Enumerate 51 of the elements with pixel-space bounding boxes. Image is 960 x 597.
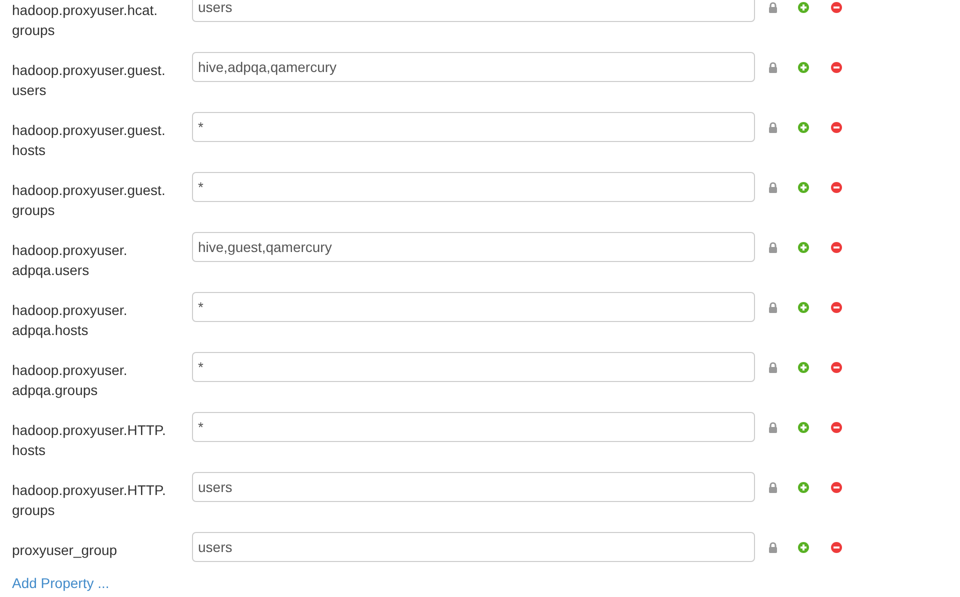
add-icon[interactable] bbox=[798, 362, 809, 372]
remove-icon[interactable] bbox=[831, 482, 842, 492]
property-name: hadoop.proxyuser.guest.users bbox=[12, 61, 166, 100]
add-icon[interactable] bbox=[798, 242, 809, 252]
property-value-field[interactable]: * bbox=[192, 112, 755, 142]
lock-icon bbox=[768, 482, 778, 492]
remove-icon[interactable] bbox=[831, 362, 842, 372]
lock-icon bbox=[768, 242, 778, 252]
property-value-field[interactable]: users bbox=[192, 472, 755, 502]
property-name: hadoop.proxyuser.HTTP.hosts bbox=[12, 421, 167, 460]
property-name: hadoop.proxyuser.adpqa.groups bbox=[12, 361, 128, 400]
lock-icon bbox=[768, 182, 778, 192]
remove-icon[interactable] bbox=[831, 242, 842, 252]
property-value-field[interactable]: * bbox=[192, 172, 755, 202]
lock-icon bbox=[768, 542, 778, 552]
property-value-field[interactable]: * bbox=[192, 292, 755, 322]
remove-icon[interactable] bbox=[831, 182, 842, 192]
lock-icon bbox=[768, 302, 778, 312]
remove-icon[interactable] bbox=[831, 122, 842, 132]
property-value-field[interactable]: users bbox=[192, 0, 755, 22]
add-icon[interactable] bbox=[798, 2, 809, 12]
property-value-field[interactable]: * bbox=[192, 412, 755, 442]
remove-icon[interactable] bbox=[831, 62, 842, 72]
add-property-link[interactable]: Add Property ... bbox=[12, 575, 110, 591]
property-name: hadoop.proxyuser.guest.groups bbox=[12, 181, 166, 220]
add-icon[interactable] bbox=[798, 122, 809, 132]
property-value-field[interactable]: hive,adpqa,qamercury bbox=[192, 52, 755, 82]
property-name: hadoop.proxyuser.hcat.groups bbox=[12, 1, 159, 40]
property-value-field[interactable]: users bbox=[192, 532, 755, 562]
property-name: hadoop.proxyuser.guest.hosts bbox=[12, 121, 166, 160]
add-icon[interactable] bbox=[798, 542, 809, 552]
property-name: proxyuser_group bbox=[12, 541, 118, 560]
add-icon[interactable] bbox=[798, 182, 809, 192]
add-icon[interactable] bbox=[798, 422, 809, 432]
property-value-field[interactable]: hive,guest,qamercury bbox=[192, 232, 755, 262]
lock-icon bbox=[768, 62, 778, 72]
remove-icon[interactable] bbox=[831, 542, 842, 552]
lock-icon bbox=[768, 422, 778, 432]
property-name: hadoop.proxyuser.HTTP.groups bbox=[12, 481, 167, 520]
remove-icon[interactable] bbox=[831, 422, 842, 432]
property-name: hadoop.proxyuser.adpqa.users bbox=[12, 241, 128, 280]
lock-icon bbox=[768, 2, 778, 12]
lock-icon bbox=[768, 362, 778, 372]
add-icon[interactable] bbox=[798, 62, 809, 72]
property-value-field[interactable]: * bbox=[192, 352, 755, 382]
remove-icon[interactable] bbox=[831, 302, 842, 312]
remove-icon[interactable] bbox=[831, 2, 842, 12]
property-name: hadoop.proxyuser.adpqa.hosts bbox=[12, 301, 128, 340]
add-icon[interactable] bbox=[798, 482, 809, 492]
add-icon[interactable] bbox=[798, 302, 809, 312]
lock-icon bbox=[768, 122, 778, 132]
